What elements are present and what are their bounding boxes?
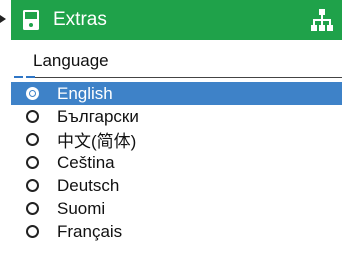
language-option-bulgarian[interactable]: Български	[11, 105, 342, 128]
language-option-french[interactable]: Français	[11, 220, 342, 243]
submenu-label: Language	[33, 51, 109, 70]
language-list: English Български 中文(简体) Ceština Deutsch…	[11, 82, 342, 243]
device-icon	[23, 10, 39, 30]
language-option-chinese[interactable]: 中文(简体)	[11, 128, 342, 151]
pointer-arrow-icon	[0, 15, 6, 23]
language-option-english[interactable]: English	[11, 82, 342, 105]
language-option-label: Français	[57, 221, 123, 241]
language-option-finnish[interactable]: Suomi	[11, 197, 342, 220]
network-tree-icon[interactable]	[310, 8, 334, 32]
radio-icon	[26, 110, 39, 123]
scroll-indicator-dash	[14, 76, 23, 78]
language-option-label: Suomi	[57, 198, 106, 218]
language-option-label: Български	[57, 106, 139, 126]
divider	[35, 77, 342, 78]
language-option-label: English	[57, 83, 113, 103]
language-option-label: 中文(简体)	[57, 132, 137, 151]
radio-icon	[26, 179, 39, 192]
radio-icon	[26, 225, 39, 238]
page-title: Extras	[53, 9, 107, 30]
radio-selected-icon	[26, 87, 39, 100]
scroll-indicator-dash	[26, 76, 35, 78]
language-option-czech[interactable]: Ceština	[11, 151, 342, 174]
radio-icon	[26, 133, 39, 146]
language-option-label: Ceština	[57, 152, 115, 172]
radio-icon	[26, 156, 39, 169]
language-option-label: Deutsch	[57, 175, 120, 195]
title-bar: Extras	[11, 0, 342, 40]
radio-icon	[26, 202, 39, 215]
submenu-header: Language	[11, 42, 342, 80]
language-option-german[interactable]: Deutsch	[11, 174, 342, 197]
